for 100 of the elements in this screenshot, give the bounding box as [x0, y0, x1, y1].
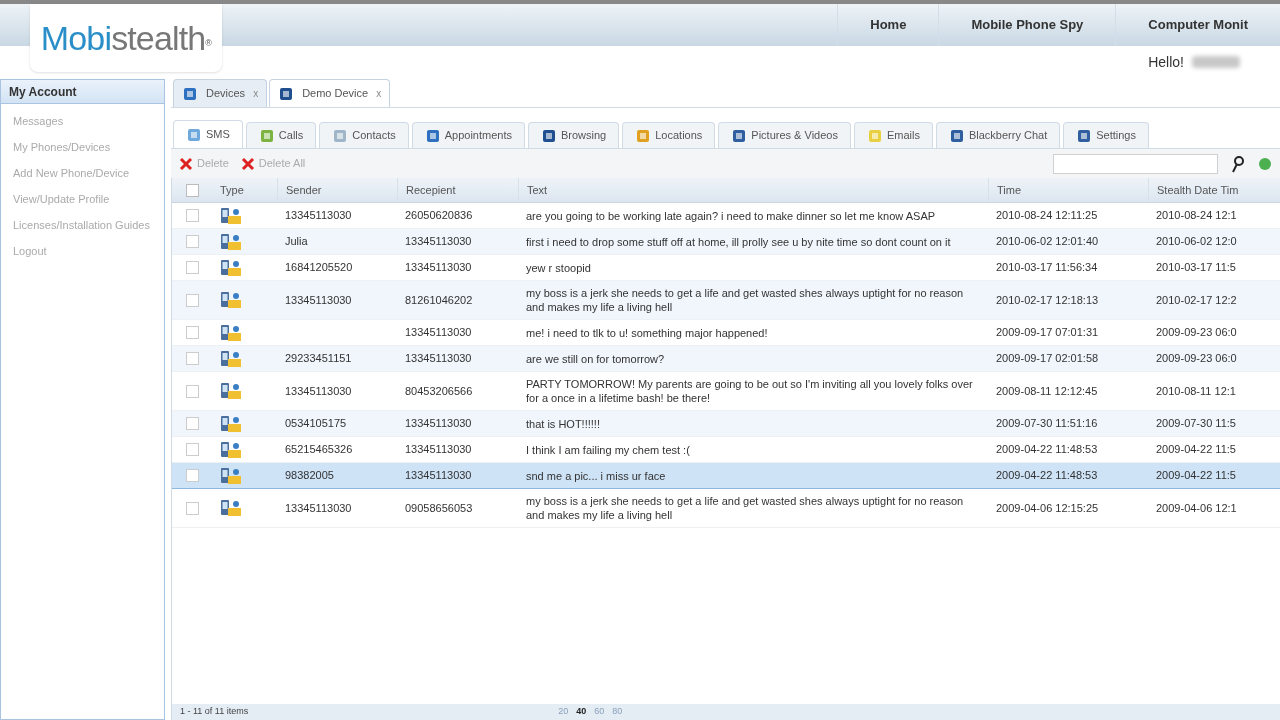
tab-label: Devices: [206, 86, 246, 102]
table-cell-text: 2010-03-17 11:56:34: [996, 260, 1098, 276]
category-tab[interactable]: Emails: [853, 122, 933, 148]
sidebar-header[interactable]: My Account: [1, 80, 164, 104]
row-checkbox[interactable]: [185, 261, 199, 274]
page-size-link[interactable]: 40: [576, 705, 587, 719]
column-header[interactable]: Sender: [277, 178, 397, 202]
device-tab[interactable]: Devices x: [173, 79, 268, 107]
table-row[interactable]: 29233451151 13345113030 are we still on for tomorrow? 2009-09-17 02:01:58 2009-09-23 06:0: [172, 346, 1280, 372]
column-header[interactable]: Recepient: [397, 178, 518, 202]
table-cell-text: 13345113030: [405, 351, 472, 367]
table-cell-text: 13345113030: [405, 468, 472, 484]
row-checkbox[interactable]: [185, 209, 199, 222]
row-checkbox[interactable]: [185, 384, 199, 398]
table-cell: snd me a pic... i miss ur face: [526, 468, 666, 483]
table-cell-text: 2010-08-24 12:11:25: [996, 208, 1098, 224]
table-cell: that is HOT!!!!!!: [526, 416, 600, 431]
nav-link[interactable]: Computer Monit: [1115, 4, 1280, 46]
nav-link[interactable]: Home: [837, 4, 939, 46]
table-cell: yew r stoopid: [526, 260, 591, 275]
sms-type-icon: [220, 349, 242, 368]
table-cell-text: 65215465326: [285, 442, 353, 458]
column-header[interactable]: Stealth Date Tim: [1148, 178, 1280, 202]
table-cell-text: 2009-04-22 11:5: [1156, 442, 1236, 458]
table-cell-text: 13345113030: [285, 292, 352, 308]
category-tab[interactable]: Pictures & Videos: [718, 122, 851, 148]
search-icon[interactable]: [1230, 154, 1246, 173]
table-cell-text: 2009-08-11 12:12:45: [996, 383, 1098, 399]
table-cell-text: 09058656053: [405, 500, 473, 516]
row-checkbox[interactable]: [185, 293, 199, 307]
table-cell-text: 13345113030: [405, 234, 472, 250]
table-row[interactable]: 0534105175 13345113030 that is HOT!!!!!! 2009-07-30 11:51:16 2009-07-30 11:5: [172, 411, 1280, 437]
table-cell-text: 2010-06-02 12:0: [1156, 234, 1237, 250]
category-tab[interactable]: Locations: [622, 122, 716, 148]
row-checkbox[interactable]: [185, 235, 199, 248]
table-cell: are we still on for tomorrow?: [526, 351, 665, 366]
row-checkbox[interactable]: [185, 326, 199, 339]
row-checkbox[interactable]: [185, 501, 199, 515]
device-tab[interactable]: Demo Device x: [269, 79, 391, 107]
item-count: 1 - 11 of 11 items: [180, 705, 249, 719]
tab-icon: [635, 127, 652, 144]
table-cell-text: 13345113030: [405, 260, 472, 276]
tab-icon: [186, 126, 202, 143]
table-row[interactable]: 98382005 13345113030 snd me a pic... i miss ur face 2009-04-22 11:48:53 2009-04-22 11:5: [172, 463, 1280, 489]
table-cell: first i need to drop some stuff off at home, ill prolly see u by nite time so dont count on it: [526, 234, 951, 249]
tab-icon: [278, 85, 295, 102]
table-row[interactable]: 13345113030 81261046202 my boss is a jerk she needs to get a life and get wasted shes always uptight for no reason and makes my life a living hell 2010-02-17 12:18:13 2010-02-17 12:2: [172, 281, 1280, 320]
row-checkbox[interactable]: [185, 352, 199, 365]
table-cell-text: PARTY TOMORROW! My parents are going to be out so I'm inviting all you lovely folks over for a once in a lifetime bash! be there!: [526, 377, 974, 405]
column-header[interactable]: Time: [988, 178, 1148, 202]
row-checkbox[interactable]: [185, 417, 199, 430]
tab-label: Demo Device: [302, 86, 369, 102]
table-cell-text: 13345113030: [405, 325, 472, 341]
category-tab[interactable]: Blackberry Chat: [935, 122, 1061, 148]
table-row[interactable]: Julia 13345113030 first i need to drop some stuff off at home, ill prolly see u by nite time so dont count on it 2010-06-02 12:01:40 2010-06-02 12:0: [172, 229, 1280, 255]
tab-icon: [424, 127, 441, 144]
category-tab[interactable]: Appointments: [411, 122, 525, 148]
category-tab[interactable]: Contacts: [319, 122, 409, 148]
category-tab[interactable]: Settings: [1063, 122, 1149, 148]
row-checkbox[interactable]: [185, 469, 199, 482]
redacted-name: [1192, 56, 1240, 68]
table-cell-text: 2010-06-02 12:01:40: [996, 234, 1099, 250]
column-header[interactable]: Text: [518, 178, 988, 202]
tab-icon: [948, 127, 965, 144]
close-icon[interactable]: x: [376, 86, 382, 101]
sms-type-icon: [220, 291, 242, 309]
nav-link[interactable]: Mobile Phone Spy: [938, 4, 1116, 46]
table-cell-text: 29233451151: [285, 351, 352, 367]
category-tab[interactable]: Calls: [245, 122, 317, 148]
table-cell-text: 26050620836: [405, 208, 473, 224]
sms-type-icon: [220, 206, 242, 225]
tab-icon: [182, 85, 198, 102]
table-cell-text: 13345113030: [405, 416, 472, 432]
table-cell-text: 13345113030: [405, 442, 472, 458]
table-cell-text: 2009-09-23 06:0: [1156, 325, 1237, 341]
table-cell-text: 2009-09-23 06:0: [1156, 351, 1237, 367]
sms-type-icon: [220, 466, 242, 485]
table-cell-text: 2010-02-17 12:18:13: [996, 292, 1099, 308]
table-cell-text: 2009-04-22 11:5: [1156, 468, 1236, 484]
row-checkbox[interactable]: [185, 443, 199, 456]
logo[interactable]: Mobistealth$^{®}$: [40, 21, 212, 55]
search-field[interactable]: [1053, 153, 1218, 174]
table-cell-text: 81261046202: [405, 292, 473, 308]
table-cell-text: 2010-08-11 12:1: [1156, 383, 1236, 399]
table-cell-text: 2009-07-30 11:51:16: [996, 416, 1098, 432]
tab-icon: [1076, 127, 1093, 144]
tab-icon: [541, 127, 557, 144]
category-tab[interactable]: Browsing: [528, 122, 620, 148]
table-cell-text: 2010-08-24 12:1: [1156, 208, 1237, 224]
sms-type-icon: [220, 440, 242, 459]
table-cell-text: 16841205520: [285, 260, 353, 276]
select-all-checkbox[interactable]: [185, 183, 199, 197]
table-cell: are you going to be working late again? i need to make dinner so let me know ASAP: [526, 208, 936, 223]
sms-type-icon: [220, 414, 242, 433]
refresh-icon[interactable]: [1258, 155, 1272, 172]
table-cell-text: 2010-03-17 11:5: [1156, 260, 1236, 276]
column-header[interactable]: Type: [212, 178, 277, 202]
table-cell-text: my boss is a jerk she needs to get a life and get wasted shes always uptight for no reason and makes my life a living hell: [526, 286, 965, 314]
table-cell-text: 2009-04-22 11:48:53: [996, 442, 1098, 458]
category-tab[interactable]: SMS: [173, 120, 243, 148]
